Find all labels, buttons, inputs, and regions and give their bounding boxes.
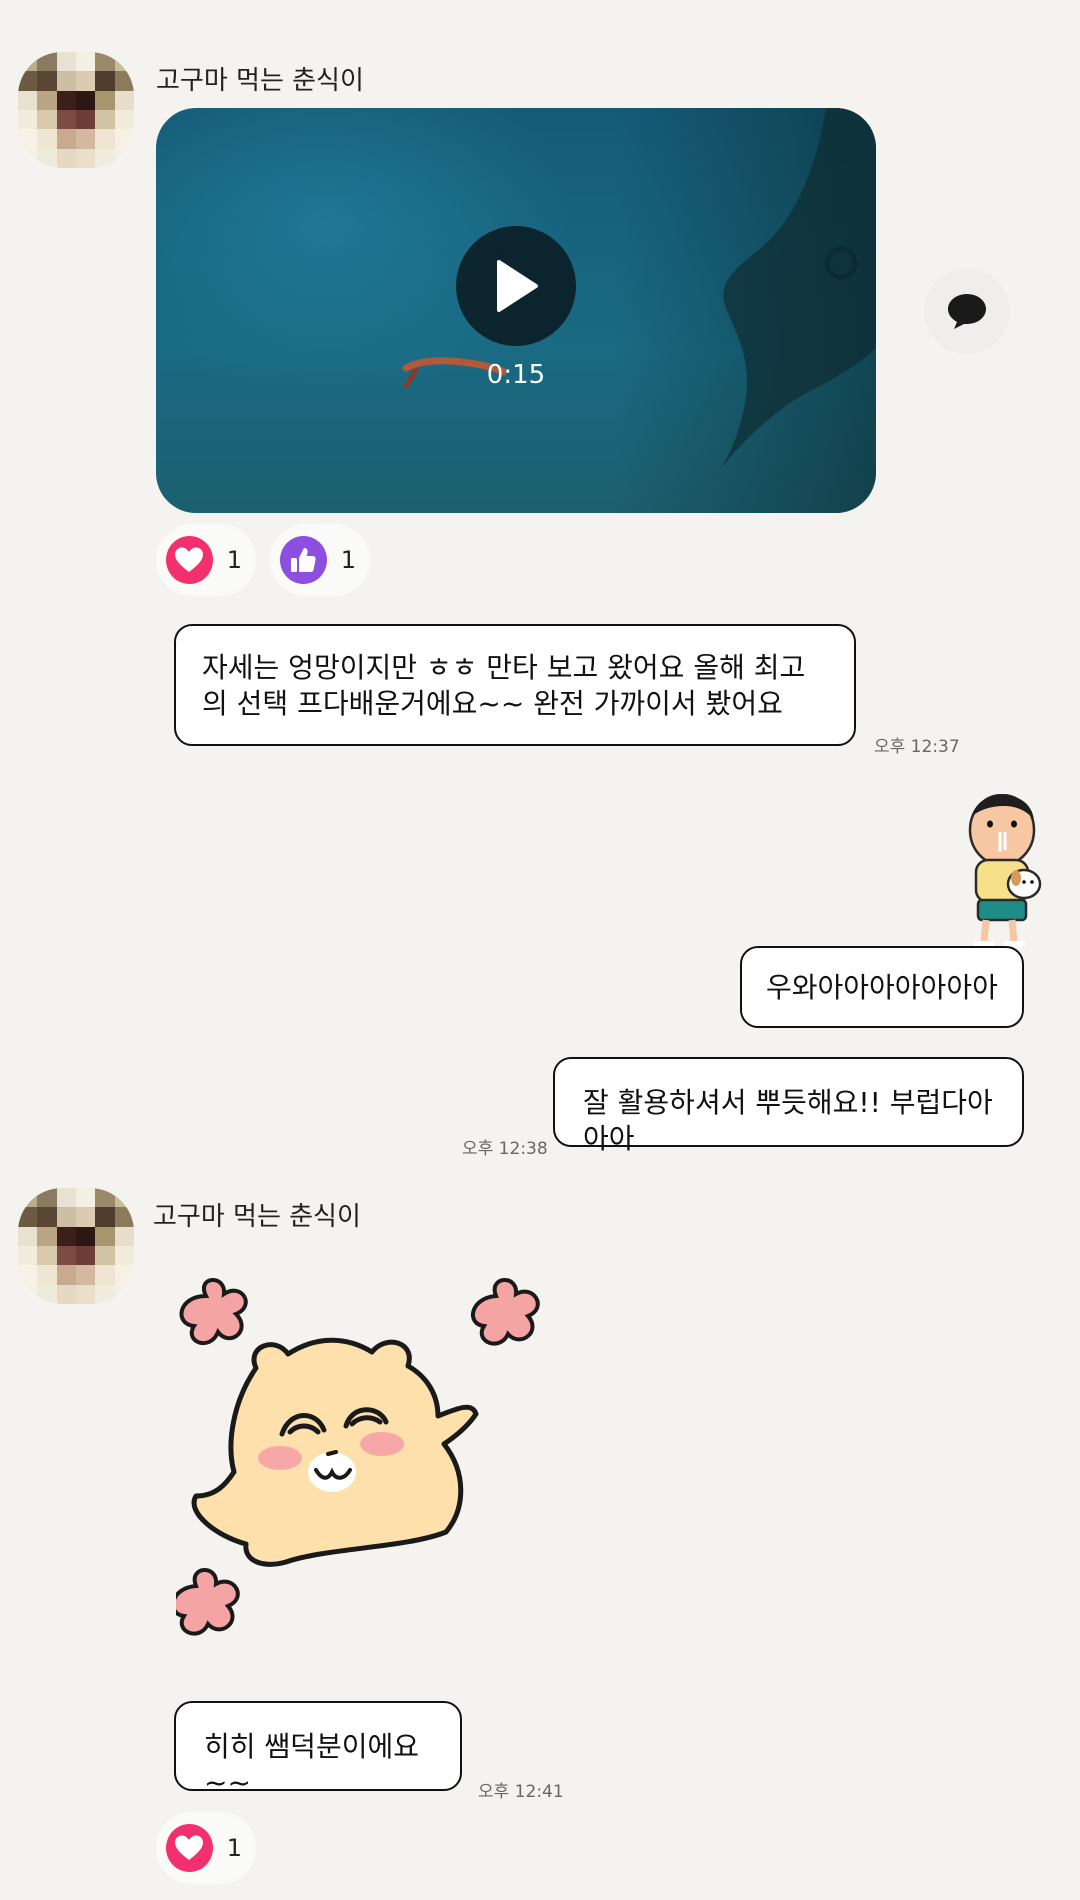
sender-name: 고구마 먹는 춘식이 xyxy=(156,66,364,96)
crayon-shin-chan-sticker[interactable] xyxy=(962,794,1046,952)
comment-button[interactable] xyxy=(924,268,1010,354)
message-bubble[interactable]: 자세는 엉망이지만 ㅎㅎ 만타 보고 왔어요 올해 최고의 선택 프다배운거에요… xyxy=(174,624,856,746)
reaction-count: 1 xyxy=(340,546,356,574)
play-button[interactable] xyxy=(456,226,576,346)
message-bubble[interactable]: 히히 쌤덕분이에요~~ xyxy=(174,1701,462,1799)
speech-bubble-icon xyxy=(948,294,986,329)
sender-name: 고구마 먹는 춘식이 xyxy=(153,1202,361,1232)
my-message-bubble[interactable]: 우와아아아아아아아 xyxy=(740,946,1024,1028)
reaction-heart[interactable]: 1 xyxy=(156,524,256,596)
hamster-sticker[interactable] xyxy=(176,1276,582,1658)
sender-avatar[interactable] xyxy=(18,1188,134,1304)
message-text: 잘 활용하셔서 뿌듯해요!! 부럽다아아아 xyxy=(583,1086,993,1155)
heart-icon xyxy=(166,1824,213,1872)
message-time: 오후 12:41 xyxy=(478,1782,564,1802)
my-message-bubble[interactable]: 잘 활용하셔서 뿌듯해요!! 부럽다아아아 xyxy=(553,1057,1024,1155)
play-icon xyxy=(497,260,538,312)
video-message[interactable]: 0:15 xyxy=(156,108,876,513)
video-duration: 0:15 xyxy=(486,360,546,390)
reaction-thumbs-up[interactable]: 1 xyxy=(270,524,370,596)
message-time: 오후 12:37 xyxy=(874,737,960,757)
message-time: 오후 12:38 xyxy=(462,1139,548,1159)
heart-icon xyxy=(166,536,213,584)
message-text: 히히 쌤덕분이에요~~ xyxy=(204,1730,419,1799)
message-text: 자세는 엉망이지만 ㅎㅎ 만타 보고 왔어요 올해 최고의 선택 프다배운거에요… xyxy=(202,651,806,720)
reaction-count: 1 xyxy=(226,1834,242,1862)
reaction-count: 1 xyxy=(226,546,242,574)
thumbs-up-icon xyxy=(280,536,327,584)
message-text: 우와아아아아아아아 xyxy=(766,971,998,1004)
sender-avatar[interactable] xyxy=(18,52,134,168)
reaction-heart[interactable]: 1 xyxy=(156,1812,256,1884)
